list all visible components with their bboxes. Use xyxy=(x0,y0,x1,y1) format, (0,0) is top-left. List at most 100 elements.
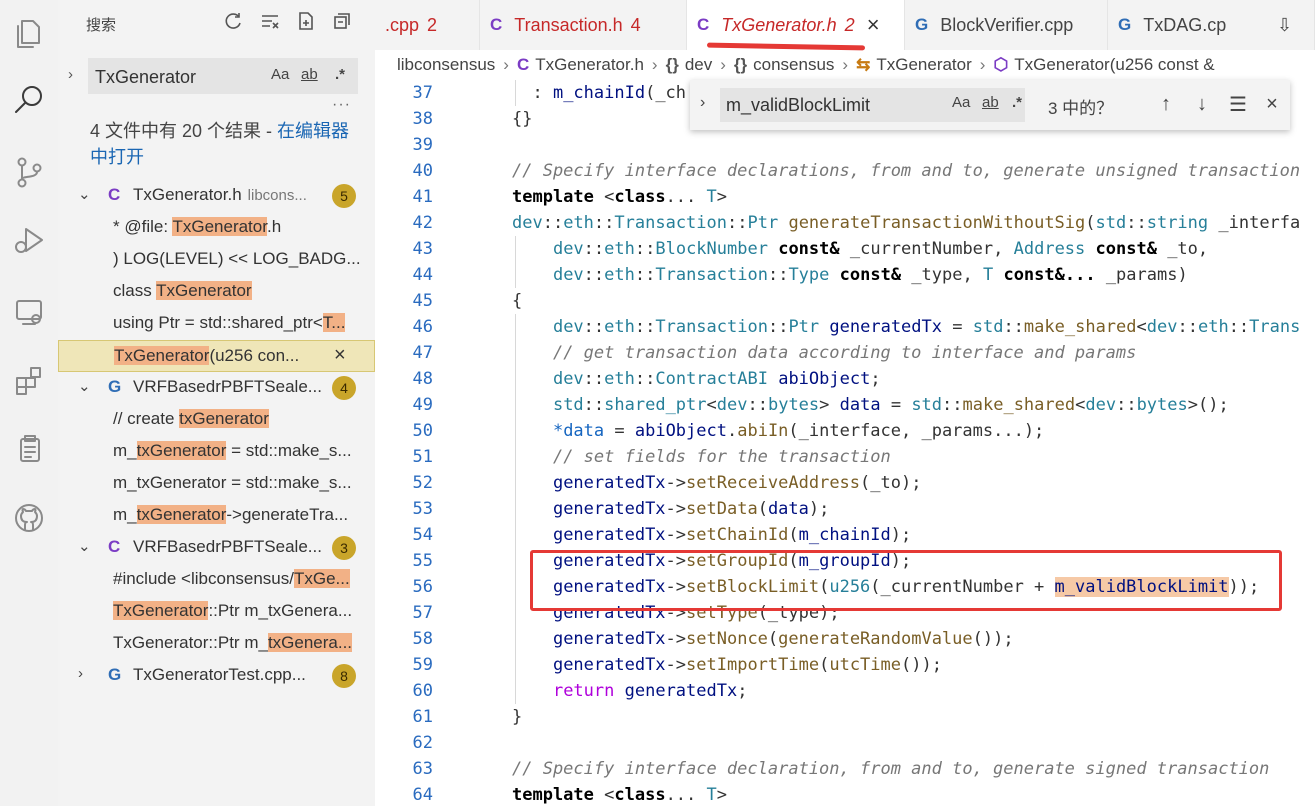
remote-explorer-icon[interactable] xyxy=(0,284,58,340)
file-path-text: libcons... xyxy=(247,187,307,204)
line-number: 57 xyxy=(412,603,433,623)
match-highlight: TxGenerator xyxy=(172,217,267,236)
editor-tab[interactable]: .cpp 2 xyxy=(375,0,480,50)
tab-label: Transaction.h xyxy=(514,14,623,35)
search-icon[interactable] xyxy=(0,72,58,128)
problem-count: 2 xyxy=(427,14,438,35)
result-match-row[interactable]: #include <libconsensus/TxGe... xyxy=(58,564,375,596)
result-match-row[interactable]: class TxGenerator xyxy=(58,276,375,308)
result-file-row[interactable]: › G TxGeneratorTest.cpp... 8 xyxy=(58,660,375,692)
find-match-word-toggle[interactable]: ab xyxy=(982,94,999,111)
file-type-icon: G xyxy=(915,15,929,34)
previous-match-icon[interactable]: ↑ xyxy=(1152,90,1180,118)
find-regex-toggle[interactable]: .* xyxy=(1012,94,1022,111)
line-number: 50 xyxy=(412,421,433,441)
result-match-row[interactable]: * @file: TxGenerator.h xyxy=(58,212,375,244)
file-type-icon: C xyxy=(490,15,503,34)
result-match-row[interactable]: TxGenerator::Ptr m_txGenera... xyxy=(58,596,375,628)
line-number: 48 xyxy=(412,369,433,389)
match-highlight: TxGenerator xyxy=(156,281,252,300)
code-line: dev::eth::BlockNumber const& _currentNum… xyxy=(512,236,1315,262)
result-match-row[interactable]: ) LOG(LEVEL) << LOG_BADG... xyxy=(58,244,375,276)
result-match-row[interactable]: // create txGenerator xyxy=(58,404,375,436)
file-type-icon: G xyxy=(1118,15,1132,34)
breadcrumb-label: libconsensus xyxy=(397,55,496,74)
breadcrumb-item[interactable]: {} consensus xyxy=(734,55,835,75)
editor-tab[interactable]: G BlockVerifier.cpp xyxy=(905,0,1108,50)
chevron-down-icon[interactable]: ⌄ xyxy=(78,377,91,395)
line-number: 43 xyxy=(412,239,433,259)
code-line: // set fields for the transaction xyxy=(512,444,1315,470)
code-line: template <class... T> xyxy=(512,785,728,805)
match-text: m_txGenerator = std::make_s... xyxy=(113,473,375,493)
collapse-all-icon[interactable] xyxy=(331,10,353,32)
tab-label: TxGenerator.h xyxy=(721,14,837,35)
breadcrumb-item[interactable]: libconsensus xyxy=(397,55,495,75)
match-text: m_txGenerator->generateTra... xyxy=(113,505,375,525)
line-numbers: 37 38 39 40 41 42 43 44 45 46 47 48 49 50 51 52 53 54 55 56… xyxy=(375,80,445,806)
result-match-row[interactable]: m_txGenerator = std::make_s... xyxy=(58,436,375,468)
breadcrumb-separator: › xyxy=(651,55,658,74)
code-line: dev::eth::Transaction::Ptr generateTrans… xyxy=(512,213,1301,233)
find-in-selection-icon[interactable]: ☰ xyxy=(1224,90,1252,118)
toggle-replace-icon[interactable]: › xyxy=(700,94,705,112)
next-match-icon[interactable]: ↓ xyxy=(1188,90,1216,118)
result-match-row[interactable]: TxGenerator::Ptr m_txGenera... xyxy=(58,628,375,660)
chevron-right-icon[interactable]: › xyxy=(78,665,83,682)
find-match-case-toggle[interactable]: Aa xyxy=(952,94,970,111)
match-word-toggle[interactable]: ab xyxy=(301,66,318,83)
match-prefix: m_ xyxy=(113,441,137,460)
code-line: // Specify interface declaration, from a… xyxy=(512,759,1270,779)
more-options-icon[interactable]: ··· xyxy=(332,96,351,114)
result-match-row[interactable]: using Ptr = std::shared_ptr<T... xyxy=(58,308,375,340)
explorer-icon[interactable] xyxy=(0,6,58,62)
line-number: 53 xyxy=(412,499,433,519)
match-prefix: class xyxy=(113,281,157,300)
breadcrumb-item[interactable]: {} dev xyxy=(666,55,713,75)
line-number: 44 xyxy=(412,265,433,285)
code-line: dev::eth::Transaction::Ptr generatedTx =… xyxy=(512,314,1315,340)
result-file-row[interactable]: ⌄ G VRFBasedrPBFTSeale... 4 xyxy=(58,372,375,404)
match-count-badge: 3 xyxy=(332,536,356,560)
tab-overflow-icon[interactable]: ⇩ xyxy=(1267,0,1315,50)
result-file-row[interactable]: ⌄ C TxGenerator.h libcons... 5 xyxy=(58,180,375,212)
chevron-down-icon[interactable]: ⌄ xyxy=(78,537,91,555)
regex-toggle[interactable]: .* xyxy=(335,66,345,83)
clear-results-icon[interactable] xyxy=(259,10,281,32)
match-case-toggle[interactable]: Aa xyxy=(271,66,289,83)
match-highlight: TxGe... xyxy=(293,569,350,588)
run-debug-icon[interactable] xyxy=(0,212,58,268)
search-input[interactable] xyxy=(95,65,255,89)
result-file-name: TxGeneratorTest.cpp... xyxy=(133,665,312,685)
match-highlight: txGenerator xyxy=(179,409,269,428)
code-line: *data = abiObject.abiIn(_interface, _par… xyxy=(512,418,1315,444)
result-match-row[interactable]: m_txGenerator->generateTra... xyxy=(58,500,375,532)
close-find-icon[interactable]: × xyxy=(1258,90,1286,118)
chevron-down-icon[interactable]: ⌄ xyxy=(78,185,91,203)
testing-icon[interactable] xyxy=(0,420,58,476)
extensions-icon[interactable] xyxy=(0,352,58,408)
breadcrumb-item[interactable]: ⬡ TxGenerator(u256 const & xyxy=(993,55,1214,75)
code-line: generatedTx->setData(data); xyxy=(512,496,1315,522)
line-number: 47 xyxy=(412,343,433,363)
dismiss-match-icon[interactable]: × xyxy=(334,344,346,367)
breadcrumb-item[interactable]: ⇆ TxGenerator xyxy=(856,55,972,75)
source-control-icon[interactable] xyxy=(0,144,58,200)
match-prefix: m_ xyxy=(113,505,137,524)
refresh-icon[interactable] xyxy=(223,10,245,32)
toggle-replace-icon[interactable]: › xyxy=(68,66,73,83)
breadcrumb-label: dev xyxy=(684,55,713,74)
result-file-row[interactable]: ⌄ C VRFBasedrPBFTSeale... 3 xyxy=(58,532,375,564)
breadcrumb-label: TxGenerator.h xyxy=(535,55,644,74)
editor-tab[interactable]: C Transaction.h 4 xyxy=(480,0,687,50)
code-line: generatedTx->setChainId(m_chainId); xyxy=(512,522,1315,548)
result-match-row[interactable]: TxGenerator(u256 con... × xyxy=(58,340,375,372)
breadcrumb-separator: › xyxy=(720,55,726,74)
find-input[interactable] xyxy=(726,93,926,117)
breadcrumb-item[interactable]: C TxGenerator.h xyxy=(517,55,644,75)
github-icon[interactable] xyxy=(0,490,58,546)
close-tab-icon[interactable]: × xyxy=(867,12,880,38)
new-search-editor-icon[interactable] xyxy=(295,10,317,32)
code-editor[interactable]: 37 38 39 40 41 42 43 44 45 46 47 48 49 50 51 52 53 54 55 56… xyxy=(375,80,1315,806)
result-match-row[interactable]: m_txGenerator = std::make_s... xyxy=(58,468,375,500)
